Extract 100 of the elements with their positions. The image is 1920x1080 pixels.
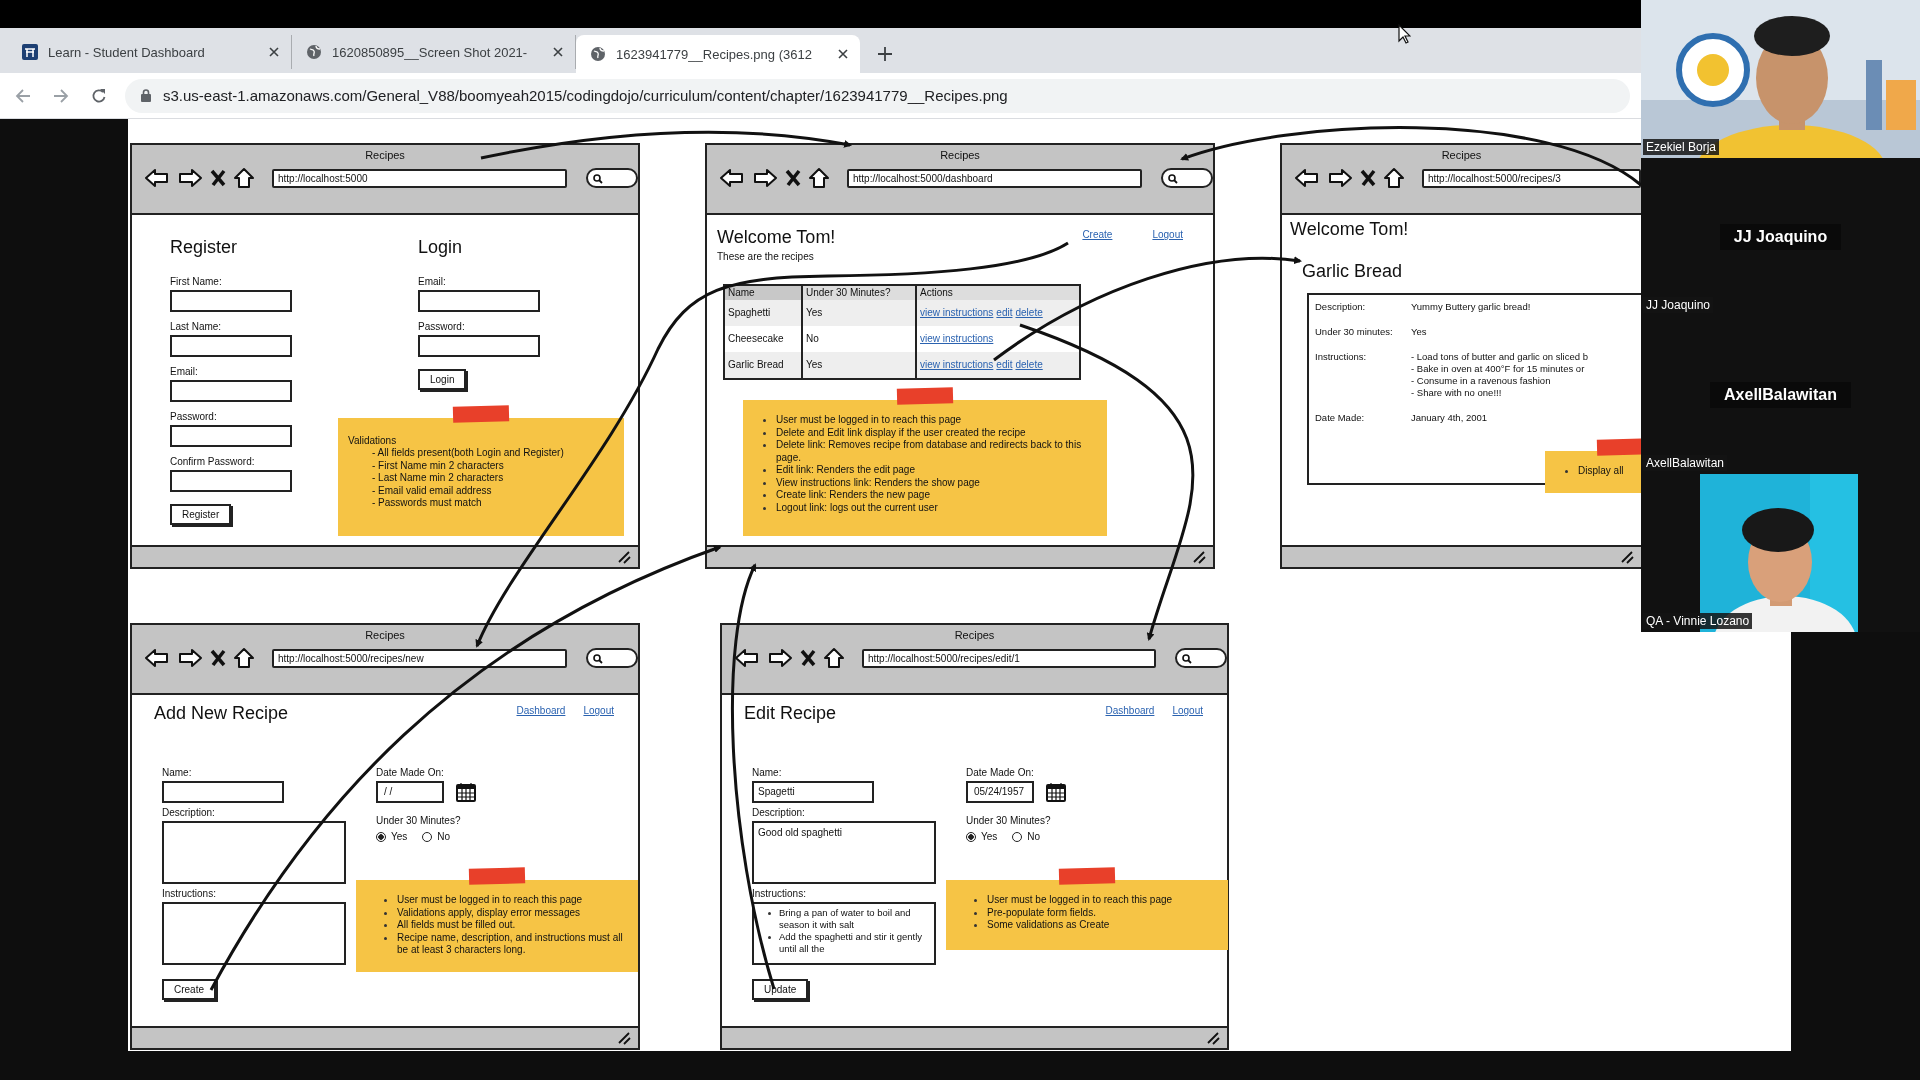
tape-strip [468,867,526,885]
nav-link[interactable]: Logout [583,705,614,716]
detail-label: Description: [1315,301,1367,313]
close-icon[interactable] [1360,168,1376,188]
forward-icon[interactable] [177,167,203,189]
action-link[interactable]: delete [1015,352,1043,378]
home-icon[interactable] [1383,167,1405,189]
text-area[interactable] [162,902,346,965]
browser-tab[interactable]: 1623941779__Recipes.png (3612 [576,35,860,73]
action-link[interactable]: view instructions [920,352,994,378]
close-icon[interactable] [838,49,848,59]
home-icon[interactable] [823,647,845,669]
browser-tab[interactable]: Learn - Student Dashboard [8,35,292,69]
back-icon[interactable] [144,647,170,669]
plus-icon[interactable] [878,47,892,61]
bullet-icon [768,912,771,915]
bullet-icon [763,419,766,422]
field-label: Confirm Password: [170,456,256,468]
home-icon[interactable] [233,167,255,189]
input-field[interactable] [162,781,284,803]
input-field[interactable]: Spagetti [752,781,874,803]
url-text: s3.us-east-1.amazonaws.com/General_V88/boomyeah2015/codingdojo/curriculum/content/chapter/1623941779__Recipes.png [163,87,1008,104]
back-icon[interactable] [144,167,170,189]
nav-link[interactable]: Logout [1152,229,1183,240]
field-label: Name: [162,767,193,779]
field-label: Under 30 Minutes? [376,815,462,827]
bullet-icon [974,911,977,915]
nav-link[interactable]: Dashboard [516,705,566,716]
input-field[interactable] [170,425,292,447]
url-field[interactable]: http://localhost:5000/dashboard [847,168,1143,188]
reload-icon[interactable] [91,87,107,104]
back-icon[interactable] [1294,167,1320,189]
input-field[interactable] [170,290,292,312]
register-button[interactable]: Register [170,504,232,525]
home-icon[interactable] [808,167,830,189]
field-label: Date Made On: [376,767,445,779]
browser-tab[interactable]: 1620850895__Screen Shot 2021- [292,35,576,69]
date-field[interactable]: 05/24/1957 [966,781,1034,803]
input-field[interactable] [170,380,292,402]
calendar-icon[interactable] [1046,782,1066,802]
calendar-icon[interactable] [456,782,476,802]
forward-icon[interactable] [752,167,778,189]
url-field[interactable]: http://localhost:5000/recipes/new [272,648,568,668]
search-field[interactable] [586,168,638,188]
note-title: Validations [348,434,398,447]
close-icon[interactable] [553,47,563,57]
close-icon[interactable] [210,168,226,188]
note-text: View instructions link: Renders the show page [776,476,980,489]
submit-button[interactable]: Create [162,979,216,1000]
bullet-icon [384,936,387,940]
back-icon[interactable] [734,647,760,669]
forward-icon[interactable] [767,647,793,669]
url-field[interactable]: http://localhost:5000/recipes/edit/1 [862,648,1157,668]
search-field[interactable] [1161,168,1213,188]
action-link[interactable]: view instructions [920,300,994,326]
tape-strip [896,387,954,405]
radio-button[interactable] [1012,831,1023,842]
submit-button[interactable]: Update [752,979,809,1000]
field-label: Email: [418,276,447,288]
text-area[interactable] [162,821,346,884]
note-text: Some validations as Create [987,919,1110,932]
participant-name: JJ Joaquino [1719,224,1842,250]
login-button[interactable]: Login [418,369,467,390]
home-icon[interactable] [233,647,255,669]
radio-button[interactable] [376,831,386,842]
url-field[interactable]: http://localhost:5000 [272,168,568,188]
back-icon[interactable] [719,167,745,189]
nav-link[interactable]: Logout [1172,705,1203,716]
input-field[interactable] [170,335,292,357]
nav-link[interactable]: Create [1082,229,1113,240]
text-area[interactable]: Bring a pan of water to boil and season it with salt Add the spaghetti and stir it gently until all the [752,902,936,965]
forward-icon[interactable] [1327,167,1353,189]
action-link[interactable]: delete [1015,300,1043,326]
date-field[interactable]: / / [376,781,444,803]
search-field[interactable] [1175,648,1227,668]
radio-button[interactable] [422,831,433,842]
action-link[interactable]: edit [996,300,1013,326]
tape-strip [1596,438,1641,456]
search-field[interactable] [586,648,638,668]
forward-icon[interactable] [177,647,203,669]
close-icon[interactable] [269,47,279,57]
search-icon [592,172,604,184]
radio-label: No [437,831,451,842]
window-title: Recipes [365,628,405,642]
radio-button[interactable] [966,831,976,842]
input-field[interactable] [418,335,540,357]
input-field[interactable] [170,470,292,492]
close-icon[interactable] [800,648,816,668]
input-field[interactable] [418,290,540,312]
search-icon [592,652,604,664]
close-icon[interactable] [210,648,226,668]
nav-link[interactable]: Dashboard [1105,705,1155,716]
close-icon[interactable] [785,168,801,188]
field-label: First Name: [170,276,223,288]
address-bar[interactable]: s3.us-east-1.amazonaws.com/General_V88/boomyeah2015/codingdojo/curriculum/content/chapter/1623941779__Recipes.png [125,78,1630,113]
text-area[interactable]: Good old spaghetti [752,821,936,884]
action-link[interactable]: view instructions [920,326,994,352]
url-field[interactable]: http://localhost:5000/recipes/3 [1422,168,1641,188]
detail-value: Yes [1411,326,1428,338]
action-link[interactable]: edit [996,352,1013,378]
